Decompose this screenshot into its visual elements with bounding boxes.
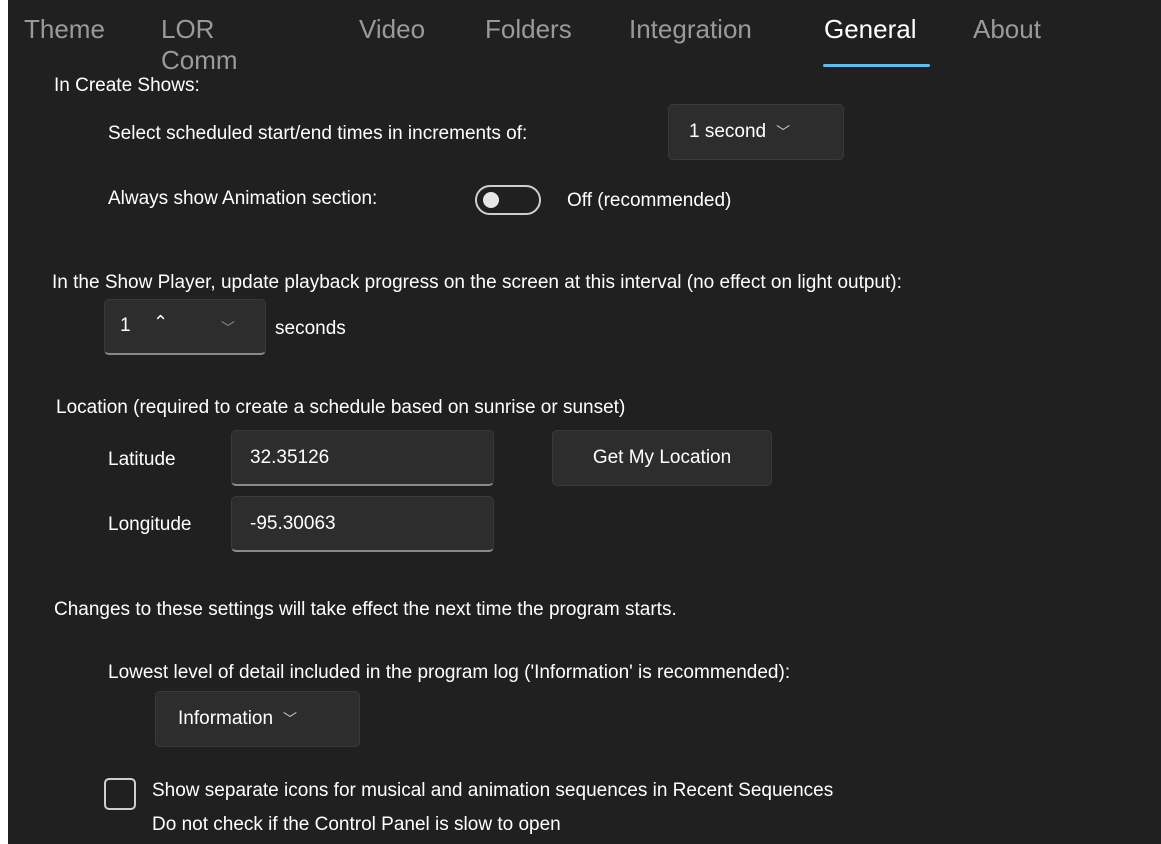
chevron-down-icon: ﹀ [776, 124, 791, 140]
separate-icons-checkbox[interactable] [104, 778, 136, 810]
chevron-down-icon[interactable]: ﹀ [221, 318, 235, 338]
log-level-label: Lowest level of detail included in the p… [108, 662, 791, 683]
interval-number-box[interactable]: 1 ⌃ ﹀ [104, 299, 266, 355]
active-tab-indicator [823, 64, 930, 67]
get-my-location-label: Get My Location [592, 447, 732, 468]
toggle-knob [483, 192, 499, 208]
tab-folders[interactable]: Folders [485, 14, 572, 45]
create-shows-heading: In Create Shows: [54, 75, 200, 96]
tab-general[interactable]: General [824, 14, 917, 45]
tab-integration[interactable]: Integration [629, 14, 752, 45]
interval-value: 1 [120, 315, 131, 336]
location-heading: Location (required to create a schedule … [56, 397, 626, 418]
restart-notice: Changes to these settings will take effe… [54, 599, 677, 620]
tab-video[interactable]: Video [359, 14, 425, 45]
longitude-input[interactable] [231, 496, 494, 552]
increment-dropdown-value: 1 second [689, 121, 767, 142]
animation-toggle-state: Off (recommended) [567, 190, 732, 211]
show-player-label: In the Show Player, update playback prog… [52, 272, 902, 293]
tab-theme[interactable]: Theme [24, 14, 105, 45]
animation-label: Always show Animation section: [108, 188, 378, 209]
increment-label: Select scheduled start/end times in incr… [108, 123, 528, 144]
log-level-value: Information [178, 708, 274, 729]
separate-icons-hint: Do not check if the Control Panel is slo… [152, 814, 561, 835]
interval-unit: seconds [275, 318, 346, 339]
window-left-edge [0, 0, 8, 844]
separate-icons-label: Show separate icons for musical and anim… [152, 780, 834, 801]
latitude-label: Latitude [108, 449, 176, 470]
chevron-down-icon: ﹀ [283, 711, 298, 727]
get-my-location-button[interactable]: Get My Location [552, 430, 772, 486]
chevron-up-icon[interactable]: ⌃ [153, 312, 168, 333]
animation-toggle[interactable] [475, 185, 541, 215]
tab-lor-comm[interactable]: LOR Comm [161, 14, 238, 76]
increment-dropdown[interactable]: 1 second ﹀ [668, 104, 844, 160]
longitude-label: Longitude [108, 514, 192, 535]
tab-about[interactable]: About [973, 14, 1041, 45]
log-level-dropdown[interactable]: Information ﹀ [155, 691, 360, 747]
latitude-input[interactable] [231, 430, 494, 486]
